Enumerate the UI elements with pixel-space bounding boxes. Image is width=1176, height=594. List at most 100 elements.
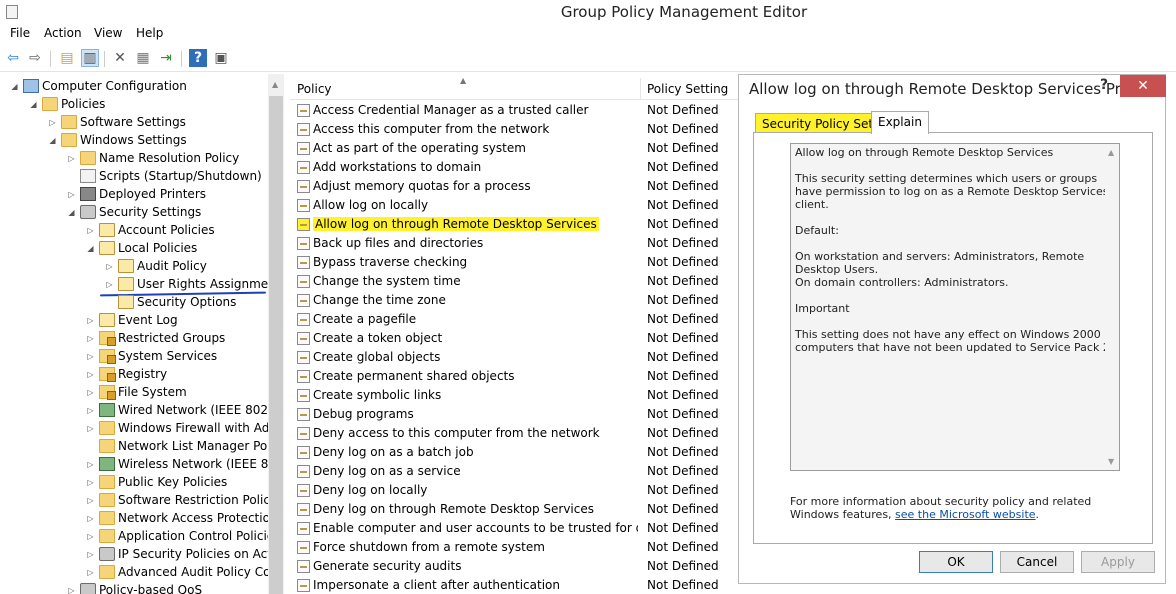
expand-arrow-icon[interactable]: ▷ <box>105 275 114 293</box>
scroll-down-arrow-icon[interactable]: ▼ <box>1108 455 1114 468</box>
tree-item[interactable]: Wireless Network (IEEE 802.1 <box>99 455 283 473</box>
policy-row[interactable]: Force shutdown from a remote system Not D… <box>290 538 738 557</box>
policy-row[interactable]: Allow log on through Remote Desktop Serv… <box>290 215 738 234</box>
expand-arrow-icon[interactable]: ▷ <box>86 347 95 365</box>
policy-row[interactable]: Generate security audits Not Defined <box>290 557 738 576</box>
tree-item[interactable]: Policy-based QoS <box>80 581 202 594</box>
explain-scrollbar[interactable]: ▲ ▼ <box>1105 144 1119 470</box>
policy-row[interactable]: Access this computer from the network Not… <box>290 120 738 139</box>
expand-arrow-icon[interactable]: ▷ <box>67 581 76 594</box>
show-hide-tree-icon[interactable]: ▥ <box>81 49 99 67</box>
menu-file[interactable]: File <box>10 26 30 40</box>
column-header-policy[interactable]: Policy <box>297 82 332 96</box>
menu-action[interactable]: Action <box>44 26 82 40</box>
tree-item[interactable]: Registry <box>99 365 167 383</box>
tree-item[interactable]: Software Restriction Policies <box>99 491 283 509</box>
policy-row[interactable]: Enable computer and user accounts to be … <box>290 519 738 538</box>
expand-arrow-icon[interactable]: ▷ <box>67 185 76 203</box>
tree-item[interactable]: Security Options <box>118 293 236 311</box>
tree-item[interactable]: Application Control Policies <box>99 527 280 545</box>
policy-row[interactable]: Allow log on locally Not Defined <box>290 196 738 215</box>
properties-icon[interactable]: ▦ <box>134 49 152 67</box>
delete-icon[interactable]: ✕ <box>111 49 129 67</box>
tree-item[interactable]: System Services <box>99 347 217 365</box>
tree-item[interactable]: Advanced Audit Policy Con <box>99 563 278 581</box>
ok-button[interactable]: OK <box>919 551 993 573</box>
forward-arrow-icon[interactable]: ⇨ <box>26 49 44 67</box>
scroll-up-arrow-icon[interactable]: ▲ <box>1108 146 1114 159</box>
policy-row[interactable]: Create permanent shared objects Not Defin… <box>290 367 738 386</box>
menu-help[interactable]: Help <box>136 26 163 40</box>
expand-arrow-icon[interactable]: ▷ <box>86 419 95 437</box>
tree-item[interactable]: Windows Firewall with Adva <box>99 419 283 437</box>
tree-item[interactable]: Audit Policy <box>118 257 207 275</box>
tree-item[interactable]: User Rights Assignment <box>118 275 280 293</box>
tab-explain[interactable]: Explain <box>871 111 929 134</box>
policy-row[interactable]: Bypass traverse checking Not Defined <box>290 253 738 272</box>
tree-item[interactable]: Network List Manager Polic <box>99 437 281 455</box>
policy-row[interactable]: Impersonate a client after authenticatio… <box>290 576 738 594</box>
expand-arrow-icon[interactable]: ▷ <box>86 383 95 401</box>
policy-row[interactable]: Create symbolic links Not Defined <box>290 386 738 405</box>
tree-item[interactable]: Network Access Protection <box>99 509 278 527</box>
microsoft-website-link[interactable]: see the Microsoft website <box>895 508 1035 521</box>
tree-item[interactable]: Account Policies <box>99 221 215 239</box>
expand-arrow-icon[interactable]: ▷ <box>86 527 95 545</box>
tree-item[interactable]: Software Settings <box>61 113 186 131</box>
tree-item[interactable]: Event Log <box>99 311 178 329</box>
tree-item[interactable]: Windows Settings <box>61 131 187 149</box>
policy-row[interactable]: Deny access to this computer from the ne… <box>290 424 738 443</box>
expand-arrow-icon[interactable]: ▷ <box>86 329 95 347</box>
menu-view[interactable]: View <box>94 26 122 40</box>
tree-item[interactable]: Policies <box>42 95 105 113</box>
policy-row[interactable]: Change the system time Not Defined <box>290 272 738 291</box>
collapse-arrow-icon[interactable]: ◢ <box>10 77 19 95</box>
tree-item[interactable]: Restricted Groups <box>99 329 225 347</box>
tree-item[interactable]: Scripts (Startup/Shutdown) <box>80 167 262 185</box>
expand-arrow-icon[interactable]: ▷ <box>86 509 95 527</box>
help-icon[interactable]: ? <box>189 49 207 67</box>
expand-arrow-icon[interactable]: ▷ <box>86 221 95 239</box>
scroll-thumb[interactable] <box>269 96 283 594</box>
close-icon[interactable]: ✕ <box>1120 75 1166 97</box>
policy-row[interactable]: Add workstations to domain Not Defined <box>290 158 738 177</box>
tree-item[interactable]: Local Policies <box>99 239 197 257</box>
policy-row[interactable]: Adjust memory quotas for a process Not De… <box>290 177 738 196</box>
expand-arrow-icon[interactable]: ▷ <box>86 311 95 329</box>
up-folder-icon[interactable]: ▤ <box>58 49 76 67</box>
tree-item[interactable]: Name Resolution Policy <box>80 149 239 167</box>
tree-item[interactable]: File System <box>99 383 187 401</box>
policy-row[interactable]: Deny log on as a service Not Defined <box>290 462 738 481</box>
expand-arrow-icon[interactable]: ▷ <box>86 473 95 491</box>
tree-item[interactable]: Computer Configuration <box>23 77 187 95</box>
expand-arrow-icon[interactable]: ▷ <box>48 113 57 131</box>
policy-row[interactable]: Access Credential Manager as a trusted c… <box>290 101 738 120</box>
tree-item[interactable]: IP Security Policies on Activ <box>99 545 282 563</box>
tree-item[interactable]: Deployed Printers <box>80 185 206 203</box>
expand-arrow-icon[interactable]: ▷ <box>86 563 95 581</box>
collapse-arrow-icon[interactable]: ◢ <box>48 131 57 149</box>
column-divider[interactable] <box>640 78 641 100</box>
explain-text-box[interactable]: Allow log on through Remote Desktop Serv… <box>790 143 1120 471</box>
tree-item[interactable]: Public Key Policies <box>99 473 227 491</box>
collapse-arrow-icon[interactable]: ◢ <box>67 203 76 221</box>
tree-item[interactable]: Security Settings <box>80 203 201 221</box>
expand-arrow-icon[interactable]: ▷ <box>86 545 95 563</box>
collapse-arrow-icon[interactable]: ◢ <box>86 239 95 257</box>
show-action-pane-icon[interactable]: ▣ <box>212 49 230 67</box>
policy-row[interactable]: Deny log on locally Not Defined <box>290 481 738 500</box>
apply-button[interactable]: Apply <box>1081 551 1155 573</box>
policy-row[interactable]: Create a pagefile Not Defined <box>290 310 738 329</box>
back-arrow-icon[interactable]: ⇦ <box>4 49 22 67</box>
policy-row[interactable]: Act as part of the operating system Not D… <box>290 139 738 158</box>
expand-arrow-icon[interactable]: ▷ <box>105 257 114 275</box>
expand-arrow-icon[interactable]: ▷ <box>86 455 95 473</box>
column-header-setting[interactable]: Policy Setting <box>647 82 728 96</box>
policy-row[interactable]: Back up files and directories Not Defined <box>290 234 738 253</box>
tree-item[interactable]: Wired Network (IEEE 802.3) I <box>99 401 283 419</box>
expand-arrow-icon[interactable]: ▷ <box>86 365 95 383</box>
export-list-icon[interactable]: ⇥ <box>157 49 175 67</box>
expand-arrow-icon[interactable]: ▷ <box>86 491 95 509</box>
scroll-up-arrow-icon[interactable]: ▲ <box>272 80 278 89</box>
collapse-arrow-icon[interactable]: ◢ <box>29 95 38 113</box>
